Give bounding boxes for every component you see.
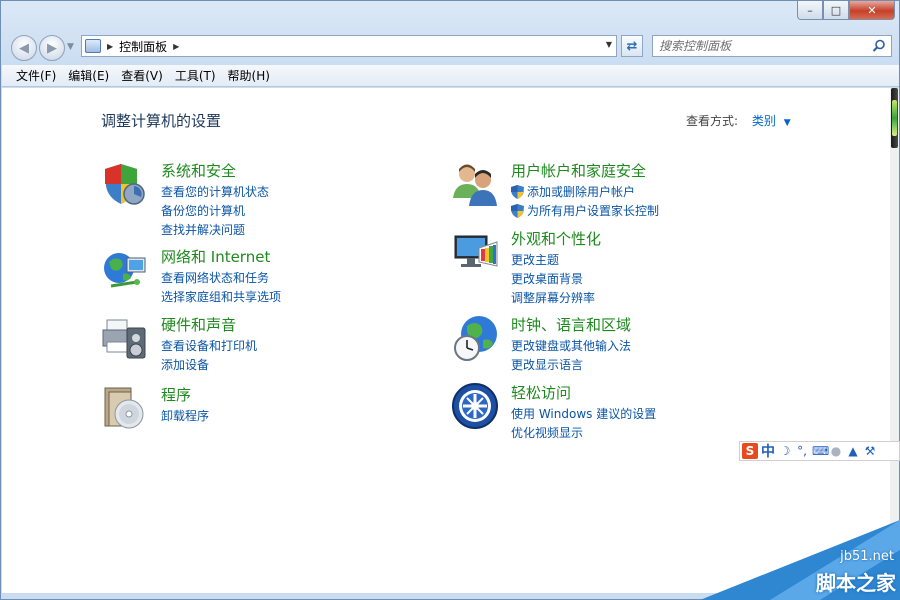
scrollbar-indicator	[892, 100, 897, 136]
shield-icon[interactable]	[101, 160, 149, 208]
link-change-display-language[interactable]: 更改显示语言	[511, 355, 631, 374]
menu-help[interactable]: 帮助(H)	[222, 67, 276, 84]
clock-globe-icon[interactable]	[451, 314, 499, 362]
link-view-computer-status[interactable]: 查看您的计算机状态	[161, 182, 269, 201]
ime-logo-icon[interactable]: S	[742, 443, 758, 459]
maximize-button[interactable]: □	[823, 1, 849, 20]
ime-moon-icon[interactable]: ☽	[778, 444, 792, 458]
forward-button[interactable]: ▶	[39, 35, 65, 61]
link-change-theme[interactable]: 更改主题	[511, 250, 595, 269]
ease-of-access-icon[interactable]	[451, 382, 499, 430]
back-arrow-icon: ◀	[19, 40, 29, 56]
monitor-palette-icon[interactable]	[451, 228, 499, 276]
watermark: jb51.net 脚本之家	[700, 510, 900, 600]
window-controls: – □ ✕	[797, 1, 895, 20]
link-find-fix-problems[interactable]: 查找并解决问题	[161, 220, 269, 239]
page-title: 调整计算机的设置	[101, 112, 222, 130]
watermark-url: jb51.net	[840, 549, 894, 564]
navigation-bar: ◀ ▶ ▼ ▶ 控制面板 ▶ ▼ ⇄	[1, 31, 900, 63]
link-add-device[interactable]: 添加设备	[161, 355, 257, 374]
link-backup-computer[interactable]: 备份您的计算机	[161, 201, 269, 220]
link-view-network-status[interactable]: 查看网络状态和任务	[161, 268, 281, 287]
link-devices-printers[interactable]: 查看设备和打印机	[161, 336, 257, 355]
ime-settings-wrench-icon[interactable]: ⚒	[863, 444, 877, 458]
forward-arrow-icon: ▶	[47, 40, 57, 56]
control-panel-icon	[85, 39, 101, 53]
uac-shield-icon	[511, 184, 524, 199]
view-by: 查看方式: 类别 ▼	[686, 112, 791, 129]
link-change-input-method[interactable]: 更改键盘或其他输入法	[511, 336, 631, 355]
users-icon[interactable]	[451, 160, 499, 208]
category-title[interactable]: 轻松访问	[511, 382, 571, 403]
category-programs: 程序 卸载程序	[101, 384, 441, 432]
ime-toolbar: S 中 ☽ °, ⌨ ● ▲ ⚒	[739, 441, 900, 461]
ime-keyboard-icon[interactable]: ⌨	[812, 444, 829, 458]
category-title[interactable]: 程序	[161, 384, 191, 405]
category-clock-language: 时钟、语言和区域 更改键盘或其他输入法 更改显示语言	[451, 314, 791, 372]
ime-punctuation-icon[interactable]: °,	[795, 444, 809, 458]
search-icon[interactable]	[872, 39, 886, 53]
breadcrumb-control-panel[interactable]: 控制面板	[119, 38, 167, 55]
programs-disc-icon[interactable]	[101, 384, 149, 432]
link-adjust-resolution[interactable]: 调整屏幕分辨率	[511, 288, 595, 307]
category-hardware-sound: 硬件和声音 查看设备和打印机 添加设备	[101, 314, 441, 372]
category-network-internet: 网络和 Internet 查看网络状态和任务 选择家庭组和共享选项	[101, 246, 441, 304]
refresh-icon: ⇄	[626, 38, 638, 54]
search-input[interactable]	[659, 39, 869, 53]
menu-tools[interactable]: 工具(T)	[169, 67, 222, 84]
link-optimize-video-display[interactable]: 优化视频显示	[511, 423, 656, 442]
breadcrumb-expand-icon[interactable]: ▶	[173, 42, 179, 51]
refresh-button[interactable]: ⇄	[621, 35, 643, 57]
view-by-dropdown[interactable]: 类别	[752, 114, 776, 128]
category-appearance: 外观和个性化 更改主题 更改桌面背景 调整屏幕分辨率	[451, 228, 791, 305]
recent-pages-dropdown-icon[interactable]: ▼	[67, 42, 74, 52]
view-by-chevron-down-icon[interactable]: ▼	[784, 118, 791, 128]
category-title[interactable]: 网络和 Internet	[161, 246, 270, 267]
category-title[interactable]: 硬件和声音	[161, 314, 236, 335]
view-by-label: 查看方式:	[686, 114, 739, 128]
category-title[interactable]: 用户帐户和家庭安全	[511, 160, 646, 181]
category-user-accounts: 用户帐户和家庭安全 添加或删除用户帐户 为所有用户设置家长控制	[451, 160, 791, 220]
search-box[interactable]	[652, 35, 892, 57]
title-bar[interactable]: – □ ✕	[1, 1, 900, 29]
uac-shield-icon	[511, 203, 524, 218]
menu-bar: 文件(F) 编辑(E) 查看(V) 工具(T) 帮助(H)	[2, 65, 899, 87]
link-uninstall-program[interactable]: 卸载程序	[161, 406, 209, 425]
menu-file[interactable]: 文件(F)	[10, 67, 62, 84]
address-dropdown-icon[interactable]: ▼	[606, 40, 612, 49]
category-system-security: 系统和安全 查看您的计算机状态 备份您的计算机 查找并解决问题	[101, 160, 441, 237]
minimize-button[interactable]: –	[797, 1, 823, 20]
link-change-desktop-background[interactable]: 更改桌面背景	[511, 269, 595, 288]
category-title[interactable]: 时钟、语言和区域	[511, 314, 631, 335]
menu-edit[interactable]: 编辑(E)	[62, 67, 115, 84]
address-bar[interactable]: ▶ 控制面板 ▶ ▼	[81, 35, 617, 57]
link-windows-suggested-settings[interactable]: 使用 Windows 建议的设置	[511, 404, 656, 423]
link-parental-controls[interactable]: 为所有用户设置家长控制	[511, 201, 659, 220]
back-button[interactable]: ◀	[11, 35, 37, 61]
network-globe-icon[interactable]	[101, 246, 149, 294]
watermark-name: 脚本之家	[816, 571, 896, 595]
ime-chinese-mode[interactable]: 中	[761, 441, 775, 461]
printer-speaker-icon[interactable]	[101, 314, 149, 362]
ime-user-icon[interactable]: ●	[829, 444, 843, 458]
category-ease-of-access: 轻松访问 使用 Windows 建议的设置 优化视频显示	[451, 382, 791, 440]
breadcrumb-separator-icon[interactable]: ▶	[107, 42, 113, 51]
ime-skin-icon[interactable]: ▲	[846, 444, 860, 458]
menu-view[interactable]: 查看(V)	[115, 67, 169, 84]
link-add-remove-users[interactable]: 添加或删除用户帐户	[511, 182, 659, 201]
link-label[interactable]: 为所有用户设置家长控制	[527, 202, 659, 219]
category-title[interactable]: 外观和个性化	[511, 228, 601, 249]
category-title[interactable]: 系统和安全	[161, 160, 236, 181]
link-label[interactable]: 添加或删除用户帐户	[527, 183, 635, 200]
close-button[interactable]: ✕	[849, 1, 895, 20]
link-homegroup-sharing[interactable]: 选择家庭组和共享选项	[161, 287, 281, 306]
